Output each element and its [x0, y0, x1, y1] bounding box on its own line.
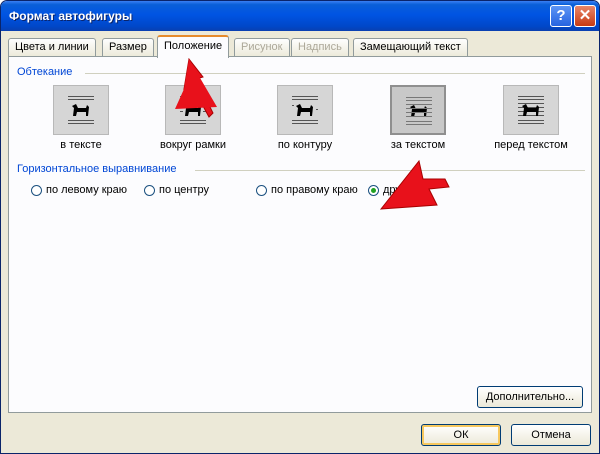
wrap-behind-button[interactable] — [390, 85, 446, 135]
align-left-option[interactable]: по левому краю — [31, 184, 127, 198]
wrap-inline-button[interactable] — [53, 85, 109, 135]
dialog-window: Формат автофигуры ? ✕ Цвета и линии Разм… — [0, 0, 600, 454]
title-bar[interactable]: Формат автофигуры ? ✕ — [1, 1, 599, 31]
tight-wrap-icon — [292, 96, 318, 124]
wrap-in-front-label: перед текстом — [494, 139, 568, 151]
wrap-option-behind[interactable]: за текстом — [378, 85, 458, 151]
tab-size[interactable]: Размер — [102, 38, 154, 57]
align-right-label: по правому краю — [271, 184, 358, 197]
wrap-option-in-front[interactable]: перед текстом — [491, 85, 571, 151]
wrap-behind-label: за текстом — [390, 139, 446, 151]
tab-position[interactable]: Положение — [157, 35, 230, 58]
in-front-of-text-icon — [518, 96, 544, 124]
wrap-option-inline[interactable]: в тексте — [41, 85, 121, 151]
annotation-arrow-tab — [175, 57, 217, 118]
wrapping-group-label: Обтекание — [17, 66, 73, 78]
wrap-tight-button[interactable] — [277, 85, 333, 135]
annotation-arrow-wrap — [379, 159, 450, 210]
wrap-tight-label: по контуру — [277, 139, 333, 151]
tab-picture: Рисунок — [234, 38, 290, 57]
tab-alt-text[interactable]: Замещающий текст — [353, 38, 468, 57]
align-right-radio[interactable] — [256, 184, 267, 196]
align-center-option[interactable]: по центру — [144, 184, 209, 198]
wrap-option-tight[interactable]: по контуру — [265, 85, 345, 151]
advanced-button[interactable]: Дополнительно... — [477, 386, 583, 408]
tab-textbox: Надпись — [291, 38, 349, 57]
wrap-square-label: вокруг рамки — [160, 139, 226, 151]
align-other-radio[interactable] — [368, 184, 379, 196]
align-center-label: по центру — [159, 184, 210, 197]
close-button[interactable]: ✕ — [574, 5, 596, 27]
align-left-radio[interactable] — [31, 184, 42, 196]
wrap-inline-label: в тексте — [60, 139, 102, 151]
tab-panel-position: Обтекание в тексте вокруг рамки по конту… — [8, 56, 592, 413]
align-center-radio[interactable] — [144, 184, 155, 196]
alignment-group-label: Горизонтальное выравнивание — [17, 163, 177, 175]
inline-icon — [68, 96, 94, 124]
behind-text-icon — [406, 97, 432, 125]
align-left-label: по левому краю — [46, 184, 128, 197]
ok-button[interactable]: ОК — [421, 424, 501, 446]
cancel-button[interactable]: Отмена — [511, 424, 591, 446]
window-title: Формат автофигуры — [9, 9, 133, 23]
wrap-in-front-button[interactable] — [503, 85, 559, 135]
help-button[interactable]: ? — [550, 5, 572, 27]
align-right-option[interactable]: по правому краю — [256, 184, 358, 198]
tab-colors-lines[interactable]: Цвета и линии — [8, 38, 96, 57]
